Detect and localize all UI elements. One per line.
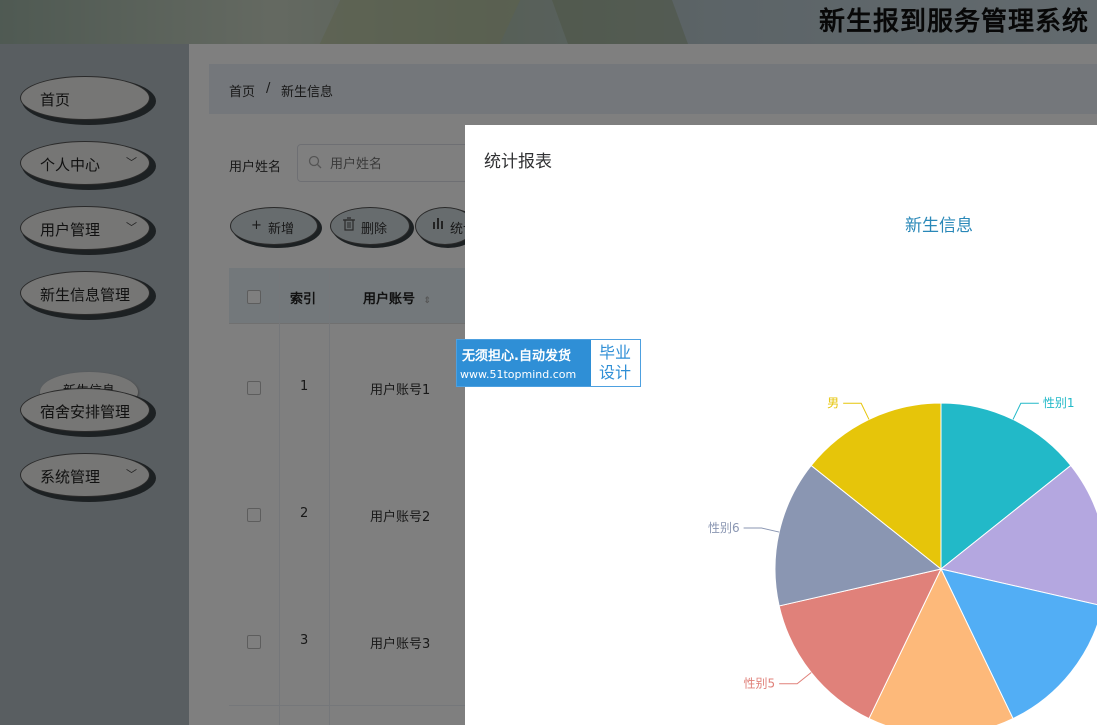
watermark-line1: 无须担心.自动发货: [462, 349, 571, 364]
pie-label-line: [1012, 402, 1039, 420]
pie-slice-label: 性别5: [744, 677, 776, 691]
pie-label-line: [743, 527, 780, 533]
statistics-dialog: 统计报表 新生信息 性别1 性别5 性别6 男: [465, 125, 1097, 725]
pie-slice-label: 男: [827, 396, 839, 410]
pie-slice-label: 性别6: [708, 521, 740, 535]
pie-slice-label: 性别1: [1043, 396, 1075, 410]
pie-label-line: [843, 402, 870, 420]
watermark-left: 无须担心.自动发货 www.51topmind.com: [457, 340, 591, 386]
pie-label-line: [779, 672, 812, 685]
watermark-right: 毕业设计: [599, 343, 632, 382]
watermark-badge: 无须担心.自动发货 www.51topmind.com 毕业设计: [456, 339, 641, 387]
pie-chart: 性别1 性别5 性别6 男: [708, 396, 1097, 725]
watermark-line2: www.51topmind.com: [460, 368, 577, 381]
